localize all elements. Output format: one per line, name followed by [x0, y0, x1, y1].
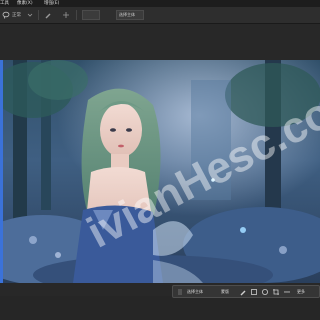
select-subject-button[interactable]: 选择主体: [187, 288, 203, 296]
more-icon[interactable]: [283, 288, 291, 296]
selected-select[interactable]: 选择主体: [116, 10, 144, 20]
brush-icon[interactable]: [44, 11, 52, 19]
handle-icon[interactable]: [176, 288, 184, 296]
menu-item-pixel[interactable]: 像素(X): [17, 0, 33, 7]
more-button[interactable]: 更多: [297, 288, 305, 296]
square-icon[interactable]: [250, 288, 258, 296]
lasso-icon[interactable]: [2, 11, 10, 19]
brush-icon[interactable]: [239, 288, 247, 296]
divider: [38, 10, 39, 20]
contextual-task-bar: 选择主体 蒙版 更多: [172, 285, 320, 298]
menu-item-tools[interactable]: 工具: [0, 0, 9, 7]
crop-icon[interactable]: [272, 288, 280, 296]
chevron-down-icon[interactable]: [26, 11, 34, 19]
menu-item-enhance[interactable]: 增强(E): [44, 0, 59, 7]
move-icon[interactable]: [62, 11, 70, 19]
canvas-image[interactable]: ivianHesc.com: [0, 60, 320, 283]
divider: [76, 10, 77, 20]
mask-button[interactable]: 蒙版: [221, 288, 229, 296]
mode-label: 正常: [12, 13, 21, 18]
sample-select[interactable]: [82, 10, 100, 20]
options-bar: 正常 选择主体: [0, 7, 320, 24]
bottom-strip: [0, 298, 320, 320]
circle-icon[interactable]: [261, 288, 269, 296]
menubar: 工具 像素(X) 增强(E): [0, 0, 320, 7]
